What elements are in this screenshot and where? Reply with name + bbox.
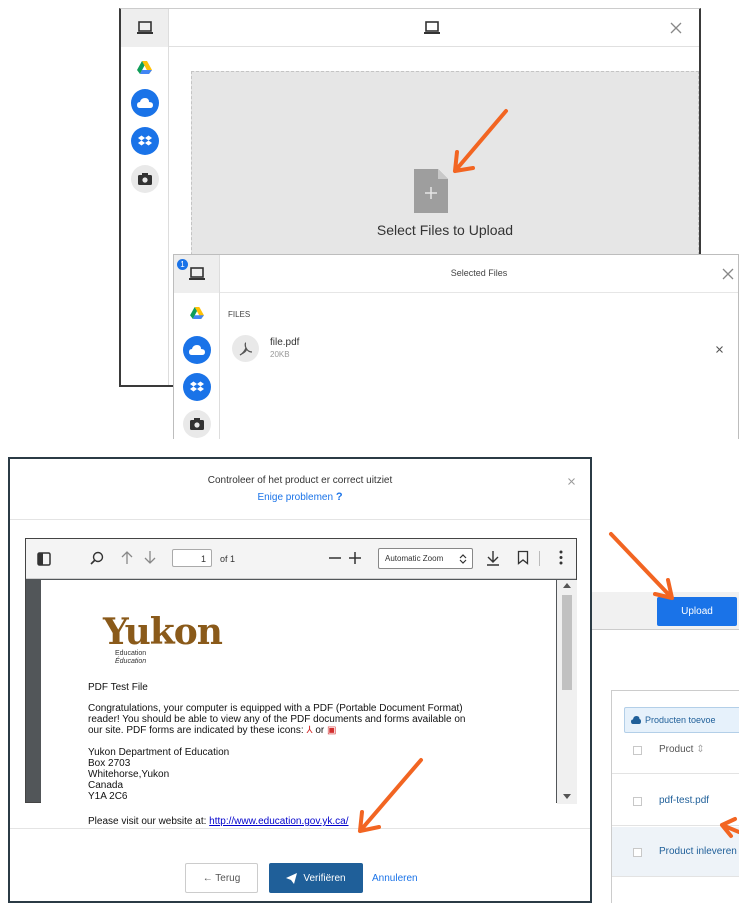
page-total: of 1 [220, 554, 236, 564]
zoom-select[interactable]: Automatic Zoom [378, 548, 473, 569]
source-onedrive[interactable] [183, 336, 211, 364]
sidebar-toggle-icon[interactable] [37, 552, 51, 566]
source-google-drive[interactable] [190, 307, 204, 319]
scroll-thumb[interactable] [562, 595, 572, 690]
source-camera[interactable] [131, 165, 159, 193]
back-button[interactable]: ← Terug [185, 863, 258, 893]
row-checkbox[interactable] [633, 797, 642, 806]
upload-button[interactable]: Upload [657, 597, 737, 626]
chevron-updown-icon [459, 554, 467, 564]
logo-sub-english: Education [115, 650, 147, 657]
previous-page-icon[interactable] [121, 550, 133, 565]
google-drive-icon [190, 307, 204, 319]
source-dropbox[interactable] [131, 127, 159, 155]
more-tools-icon[interactable] [559, 550, 563, 565]
pdf-address: Yukon Department of Education Box 2703 W… [88, 747, 230, 802]
scroll-down-arrow[interactable] [563, 794, 571, 799]
source-google-drive[interactable] [137, 61, 152, 74]
help-link[interactable]: Enige problemen [257, 492, 333, 503]
row-checkbox[interactable] [633, 848, 642, 857]
verify-product-dialog: Controleer of het product er correct uit… [8, 457, 592, 903]
drop-zone-label: Select Files to Upload [376, 222, 514, 238]
pdf-form-icon: ▣ [327, 725, 337, 736]
table-row: pdf-test.pdf [612, 776, 739, 826]
zoom-value: Automatic Zoom [385, 554, 444, 563]
source-onedrive[interactable] [131, 89, 159, 117]
footer-divider [10, 828, 590, 829]
onedrive-icon [189, 345, 205, 355]
dropbox-icon [190, 381, 204, 392]
close-icon[interactable] [670, 22, 682, 34]
source-sidebar [121, 9, 169, 385]
dropbox-icon [138, 135, 152, 146]
verify-button[interactable]: Verifiëren [269, 863, 363, 893]
pdf-viewer: 1 of 1 Automatic Zoom Yukon Education Éd… [25, 538, 577, 827]
pdf-paragraph-line: reader! You should be able to view any o… [88, 714, 466, 725]
zoom-out-icon[interactable] [328, 551, 342, 565]
bookmark-icon[interactable] [517, 550, 529, 565]
search-icon[interactable] [90, 551, 104, 565]
pdf-file-icon [232, 335, 259, 362]
google-drive-icon [137, 61, 152, 74]
selected-files-dialog: 1 Selected Files FILES file.pdf 20KB [173, 254, 739, 439]
pdf-paragraph-line: Congratulations, your computer is equipp… [88, 703, 463, 714]
product-submit-label: Product inleveren [659, 846, 737, 857]
source-dropbox[interactable] [183, 373, 211, 401]
close-icon[interactable] [568, 478, 575, 485]
acrobat-icon: ⅄ [306, 725, 313, 736]
pdf-paragraph: Congratulations, your computer is equipp… [88, 703, 548, 736]
computer-icon [424, 21, 440, 34]
dialog-title: Controleer of het product er correct uit… [207, 475, 393, 486]
computer-icon [136, 21, 153, 34]
table-header-row: Product ⇕ [612, 724, 739, 774]
pdf-heading: PDF Test File [88, 682, 148, 693]
dialog-divider [10, 519, 590, 520]
computer-icon [188, 267, 205, 280]
camera-icon [190, 418, 204, 430]
files-section-label: FILES [228, 310, 251, 319]
send-icon [286, 872, 298, 884]
download-icon[interactable] [486, 550, 500, 566]
product-panel: Producten toevoe Product ⇕ pdf-test.pdf … [611, 690, 739, 903]
camera-icon [138, 173, 152, 185]
logo-sub-french: Éducation [115, 658, 147, 665]
help-link-row: Enige problemen ? [10, 491, 590, 503]
file-size: 20KB [270, 350, 290, 359]
toolbar-separator [539, 551, 540, 566]
source-camera[interactable] [183, 410, 211, 438]
select-all-checkbox[interactable] [633, 746, 642, 755]
yukon-logo: Yukon Education Éducation [103, 613, 223, 673]
add-file-icon [414, 169, 448, 213]
dialog-header: Selected Files [220, 255, 738, 293]
orange-arrow [609, 532, 674, 600]
pdf-website-link[interactable]: http://www.education.gov.yk.ca/ [209, 816, 348, 827]
dialog-header [169, 9, 699, 47]
source-my-device[interactable] [121, 9, 168, 47]
column-header-product[interactable]: Product ⇕ [659, 744, 705, 755]
file-count-badge: 1 [177, 259, 188, 270]
cloud-upload-icon [631, 716, 641, 724]
pdf-scrollbar[interactable] [557, 580, 577, 804]
product-file-link[interactable]: pdf-test.pdf [659, 795, 709, 806]
pdf-page: Yukon Education Éducation PDF Test File … [41, 580, 556, 827]
file-name: file.pdf [270, 337, 300, 348]
page-number-input[interactable]: 1 [172, 549, 212, 567]
sort-icon: ⇕ [696, 744, 705, 755]
dialog-title: Selected Files [450, 268, 508, 278]
pdf-toolbar: 1 of 1 Automatic Zoom [26, 539, 576, 579]
help-question-icon[interactable]: ? [336, 491, 343, 503]
logo-wordmark: Yukon [103, 611, 223, 653]
cancel-link[interactable]: Annuleren [372, 873, 418, 884]
remove-file-icon[interactable] [716, 346, 723, 353]
source-sidebar: 1 [174, 255, 220, 439]
close-icon[interactable] [722, 268, 734, 280]
onedrive-icon [137, 98, 153, 108]
zoom-in-icon[interactable] [348, 551, 362, 565]
table-row: Product inleveren [612, 827, 739, 877]
pdf-visit-line: Please visit our website at: http://www.… [88, 816, 349, 827]
scroll-up-arrow[interactable] [563, 583, 571, 588]
next-page-icon[interactable] [144, 550, 156, 565]
pdf-paragraph-line-icons: our site. PDF forms are indicated by the… [88, 725, 337, 736]
file-item: file.pdf 20KB [232, 335, 732, 365]
